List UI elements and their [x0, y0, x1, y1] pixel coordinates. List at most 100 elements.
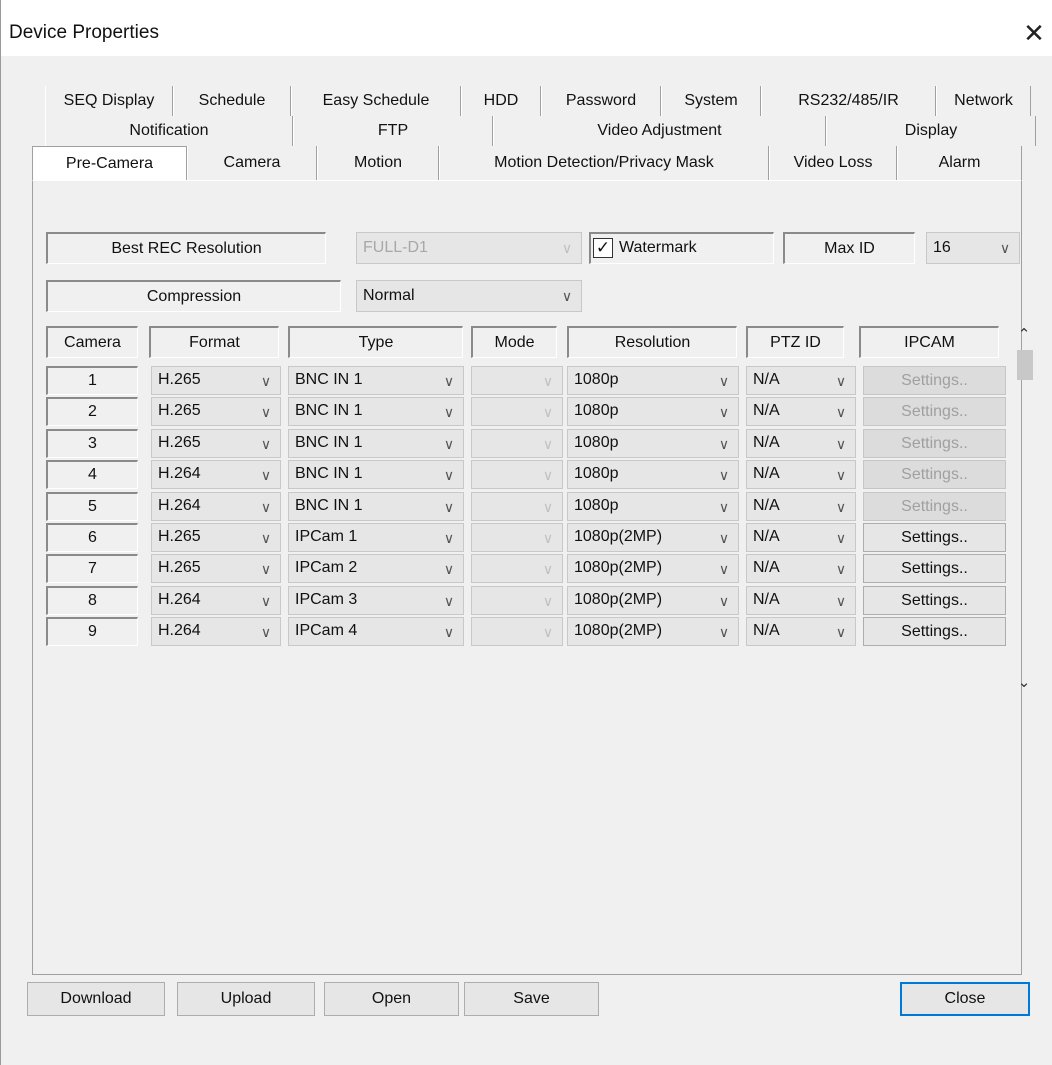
chevron-down-icon: ∨	[542, 404, 554, 420]
chevron-down-icon: ∨	[835, 404, 847, 420]
chevron-down-icon: ∨	[260, 499, 272, 515]
type-select[interactable]: IPCam 1 ∨	[288, 523, 464, 552]
ptz-id-select[interactable]: N/A ∨	[746, 586, 856, 615]
type-select[interactable]: IPCam 4 ∨	[288, 617, 464, 646]
resolution-select[interactable]: 1080p(2MP) ∨	[567, 554, 739, 583]
type-select[interactable]: BNC IN 1 ∨	[288, 492, 464, 521]
type-select[interactable]: IPCam 3 ∨	[288, 586, 464, 615]
tab-easy-schedule[interactable]: Easy Schedule	[291, 86, 461, 116]
ptz-id-select[interactable]: N/A ∨	[746, 523, 856, 552]
ipcam-settings-button[interactable]: Settings..	[863, 617, 1006, 646]
tab-seq-display[interactable]: SEQ Display	[45, 86, 173, 116]
tab-hdd[interactable]: HDD	[461, 86, 541, 116]
tab-network[interactable]: Network	[936, 86, 1031, 116]
tab-display[interactable]: Display	[826, 116, 1036, 146]
type-select[interactable]: BNC IN 1 ∨	[288, 397, 464, 426]
tab-motion[interactable]: Motion	[317, 146, 439, 180]
column-header-camera: Camera	[46, 326, 138, 358]
ptz-id-select[interactable]: N/A ∨	[746, 366, 856, 395]
mode-select: ∨	[471, 586, 563, 615]
format-select[interactable]: H.264 ∨	[151, 617, 281, 646]
format-select[interactable]: H.265 ∨	[151, 366, 281, 395]
scroll-down-icon[interactable]: ⌄	[1015, 672, 1033, 694]
type-select-value: IPCam 1	[295, 528, 358, 545]
format-select[interactable]: H.264 ∨	[151, 460, 281, 489]
type-select[interactable]: BNC IN 1 ∨	[288, 460, 464, 489]
resolution-select[interactable]: 1080p(2MP) ∨	[567, 523, 739, 552]
resolution-select-value: 1080p	[574, 465, 619, 482]
close-window-icon[interactable]: ✕	[1019, 18, 1049, 48]
type-select[interactable]: BNC IN 1 ∨	[288, 429, 464, 458]
max-id-select[interactable]: 16 ∨	[926, 232, 1020, 264]
chevron-down-icon: ∨	[260, 624, 272, 640]
best-rec-resolution-label: Best REC Resolution	[46, 232, 326, 264]
format-select-value: H.265	[158, 559, 201, 576]
resolution-select-value: 1080p	[574, 497, 619, 514]
camera-number: 4	[46, 460, 138, 489]
type-select[interactable]: BNC IN 1 ∨	[288, 366, 464, 395]
format-select-value: H.265	[158, 402, 201, 419]
resolution-select[interactable]: 1080p ∨	[567, 492, 739, 521]
tab-schedule[interactable]: Schedule	[173, 86, 291, 116]
type-select-value: BNC IN 1	[295, 497, 363, 514]
resolution-select[interactable]: 1080p ∨	[567, 397, 739, 426]
ptz-id-select[interactable]: N/A ∨	[746, 492, 856, 521]
camera-number: 5	[46, 492, 138, 521]
resolution-select-value: 1080p(2MP)	[574, 559, 663, 576]
tab-motion-detection-privacy-mask[interactable]: Motion Detection/Privacy Mask	[439, 146, 769, 180]
ptz-id-select[interactable]: N/A ∨	[746, 397, 856, 426]
ipcam-settings-button: Settings..	[863, 492, 1006, 521]
compression-select[interactable]: Normal ∨	[356, 280, 582, 312]
chevron-down-icon: ∨	[718, 436, 730, 452]
format-select[interactable]: H.264 ∨	[151, 492, 281, 521]
resolution-select[interactable]: 1080p ∨	[567, 460, 739, 489]
chevron-down-icon: ∨	[835, 561, 847, 577]
camera-number: 6	[46, 523, 138, 552]
format-select[interactable]: H.265 ∨	[151, 397, 281, 426]
window-title: Device Properties	[9, 22, 159, 43]
tab-video-loss[interactable]: Video Loss	[769, 146, 897, 180]
ptz-id-select-value: N/A	[753, 497, 780, 514]
ipcam-settings-button[interactable]: Settings..	[863, 554, 1006, 583]
tab-alarm[interactable]: Alarm	[897, 146, 1022, 180]
download-button[interactable]: Download	[27, 982, 165, 1016]
ptz-id-select[interactable]: N/A ∨	[746, 554, 856, 583]
tab-pre-camera[interactable]: Pre-Camera	[32, 146, 187, 180]
tab-ftp[interactable]: FTP	[293, 116, 493, 146]
watermark-checkbox-group[interactable]: ✓ Watermark	[589, 232, 774, 264]
tab-camera[interactable]: Camera	[187, 146, 317, 180]
format-select[interactable]: H.265 ∨	[151, 554, 281, 583]
close-button[interactable]: Close	[900, 982, 1030, 1016]
camera-number: 2	[46, 397, 138, 426]
ptz-id-select[interactable]: N/A ∨	[746, 429, 856, 458]
chevron-down-icon: ∨	[443, 404, 455, 420]
scroll-up-icon[interactable]: ⌃	[1015, 324, 1033, 346]
tab-notification[interactable]: Notification	[45, 116, 293, 146]
ipcam-settings-button: Settings..	[863, 429, 1006, 458]
resolution-select[interactable]: 1080p ∨	[567, 429, 739, 458]
ptz-id-select[interactable]: N/A ∨	[746, 460, 856, 489]
save-button[interactable]: Save	[464, 982, 599, 1016]
format-select-value: H.264	[158, 465, 201, 482]
table-scrollbar[interactable]: ⌃ ⌄	[1013, 320, 1035, 700]
tab-password[interactable]: Password	[541, 86, 661, 116]
chevron-down-icon: ∨	[542, 561, 554, 577]
resolution-select[interactable]: 1080p(2MP) ∨	[567, 617, 739, 646]
format-select[interactable]: H.264 ∨	[151, 586, 281, 615]
type-select[interactable]: IPCam 2 ∨	[288, 554, 464, 583]
ipcam-settings-button[interactable]: Settings..	[863, 586, 1006, 615]
format-select[interactable]: H.265 ∨	[151, 523, 281, 552]
tab-video-adjustment[interactable]: Video Adjustment	[493, 116, 826, 146]
resolution-select[interactable]: 1080p(2MP) ∨	[567, 586, 739, 615]
resolution-select[interactable]: 1080p ∨	[567, 366, 739, 395]
chevron-down-icon: ∨	[542, 373, 554, 389]
ptz-id-select[interactable]: N/A ∨	[746, 617, 856, 646]
watermark-checkbox[interactable]: ✓	[593, 238, 613, 258]
format-select[interactable]: H.265 ∨	[151, 429, 281, 458]
open-button[interactable]: Open	[324, 982, 459, 1016]
upload-button[interactable]: Upload	[177, 982, 315, 1016]
tab-rs232-485-ir[interactable]: RS232/485/IR	[761, 86, 936, 116]
scroll-thumb[interactable]	[1017, 350, 1033, 380]
ipcam-settings-button[interactable]: Settings..	[863, 523, 1006, 552]
tab-system[interactable]: System	[661, 86, 761, 116]
